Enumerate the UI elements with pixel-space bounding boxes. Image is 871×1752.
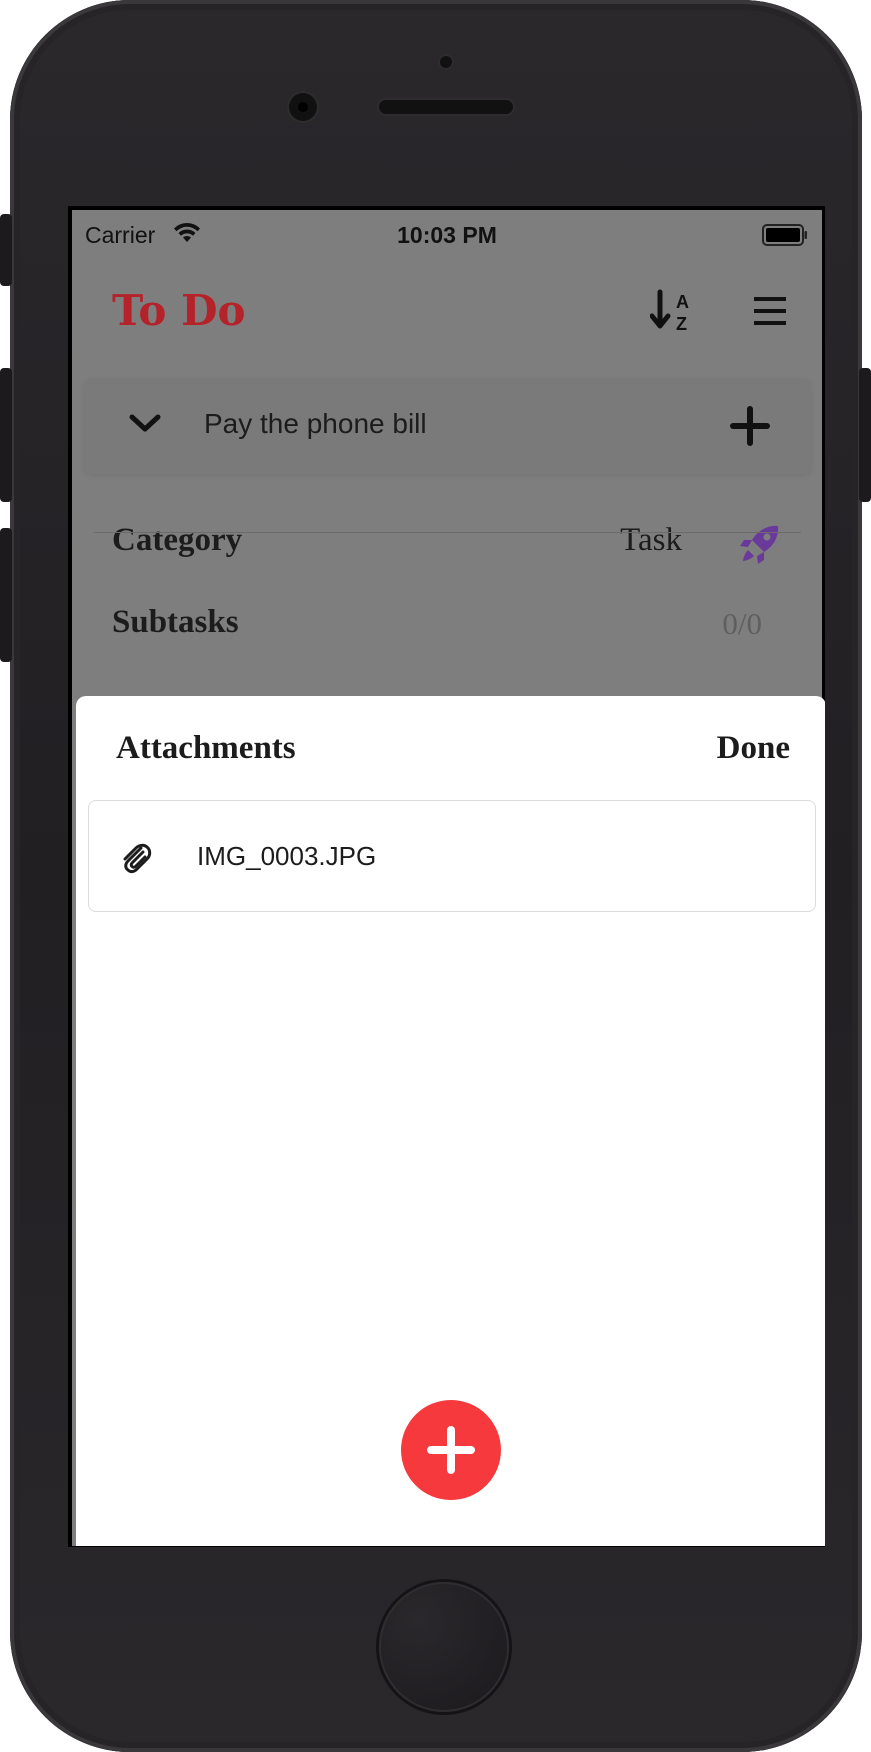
sort-alphabetical-icon[interactable]: A Z bbox=[650, 288, 698, 334]
subtasks-count: 0/0 bbox=[722, 606, 762, 641]
status-bar: Carrier 10:03 PM bbox=[72, 210, 822, 254]
menu-icon[interactable] bbox=[752, 294, 788, 328]
paperclip-icon bbox=[123, 843, 152, 874]
app-title: To Do bbox=[112, 286, 246, 335]
volume-down-button bbox=[0, 528, 12, 662]
subtasks-row[interactable]: Subtasks 0/0 bbox=[112, 580, 782, 670]
subtasks-label: Subtasks bbox=[112, 604, 239, 640]
svg-text:Z: Z bbox=[676, 314, 687, 334]
front-camera bbox=[289, 93, 317, 121]
add-attachment-button[interactable] bbox=[401, 1400, 501, 1500]
rocket-icon bbox=[740, 525, 779, 564]
attachments-sheet: Attachments Done IMG_0003.JPG bbox=[76, 696, 825, 1546]
plus-icon bbox=[427, 1426, 475, 1474]
divider bbox=[94, 532, 801, 533]
power-button bbox=[859, 368, 871, 502]
attachment-item[interactable]: IMG_0003.JPG bbox=[88, 800, 816, 912]
category-row[interactable]: Category Task bbox=[112, 498, 782, 588]
task-card[interactable]: Pay the phone bill bbox=[84, 378, 811, 474]
earpiece-speaker bbox=[379, 100, 513, 114]
clock: 10:03 PM bbox=[397, 222, 497, 248]
sheet-title: Attachments bbox=[116, 730, 296, 766]
app-background: Carrier 10:03 PM To Do A Z Pay the phone… bbox=[72, 210, 825, 1546]
done-button[interactable]: Done bbox=[717, 730, 790, 767]
home-button[interactable] bbox=[379, 1582, 509, 1712]
screen: Carrier 10:03 PM To Do A Z Pay the phone… bbox=[68, 206, 825, 1547]
battery-icon bbox=[762, 224, 807, 246]
proximity-sensor bbox=[440, 56, 452, 68]
volume-up-button bbox=[0, 368, 12, 502]
plus-icon[interactable] bbox=[730, 406, 770, 446]
category-value: Task bbox=[620, 522, 682, 558]
category-label: Category bbox=[112, 522, 243, 558]
chevron-down-icon[interactable] bbox=[128, 412, 162, 434]
task-name: Pay the phone bill bbox=[204, 408, 427, 439]
attachment-name: IMG_0003.JPG bbox=[197, 841, 377, 871]
mute-switch bbox=[0, 214, 12, 286]
phone-frame: Carrier 10:03 PM To Do A Z Pay the phone… bbox=[10, 0, 862, 1752]
svg-text:A: A bbox=[676, 292, 689, 312]
